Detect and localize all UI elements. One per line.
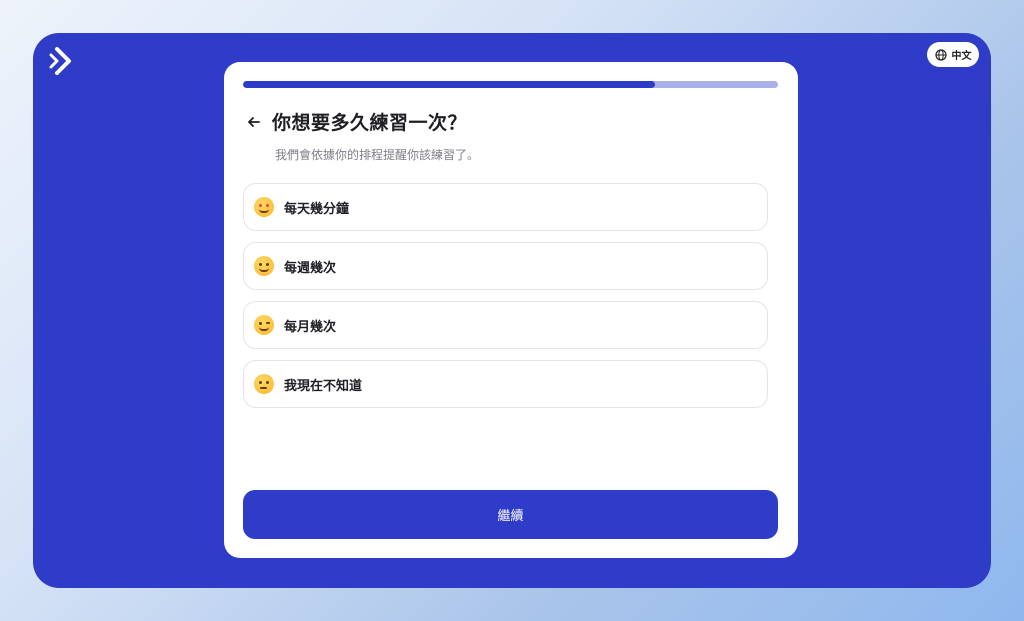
star-struck-emoji-icon bbox=[254, 197, 274, 217]
language-label: 中文 bbox=[951, 51, 972, 62]
language-switcher[interactable]: 中文 bbox=[927, 42, 979, 67]
option-label: 每月幾次 bbox=[284, 319, 337, 335]
arrow-left-icon bbox=[248, 116, 260, 127]
option-unsure[interactable]: 我現在不知道 bbox=[243, 360, 768, 408]
option-monthly[interactable]: 每月幾次 bbox=[243, 301, 768, 349]
winking-emoji-icon bbox=[254, 315, 274, 335]
logo-icon bbox=[49, 47, 71, 75]
progress-fill bbox=[243, 81, 655, 88]
option-label: 每週幾次 bbox=[284, 260, 337, 276]
page-subtitle: 我們會依據你的排程提醒你該練習了。 bbox=[275, 148, 480, 162]
app-frame: 中文 你想要多久練習一次？ 我們會依據你的排程提醒你該練習了。 每天幾分鐘 每週… bbox=[33, 33, 991, 588]
option-weekly[interactable]: 每週幾次 bbox=[243, 242, 768, 290]
progress-bar bbox=[243, 81, 778, 88]
option-list: 每天幾分鐘 每週幾次 每月幾次 我現在不知道 bbox=[243, 183, 768, 419]
back-button[interactable] bbox=[244, 112, 264, 132]
continue-button[interactable]: 繼續 bbox=[243, 490, 778, 539]
option-label: 每天幾分鐘 bbox=[284, 201, 350, 217]
page-title: 你想要多久練習一次？ bbox=[272, 112, 468, 134]
question-header: 你想要多久練習一次？ bbox=[244, 108, 778, 135]
globe-icon bbox=[934, 48, 947, 61]
option-daily[interactable]: 每天幾分鐘 bbox=[243, 183, 768, 231]
question-card: 你想要多久練習一次？ 我們會依據你的排程提醒你該練習了。 每天幾分鐘 每週幾次 bbox=[224, 62, 798, 558]
option-label: 我現在不知道 bbox=[284, 378, 363, 394]
smiling-blushing-emoji-icon bbox=[254, 256, 274, 276]
thinking-emoji-icon bbox=[254, 374, 274, 394]
